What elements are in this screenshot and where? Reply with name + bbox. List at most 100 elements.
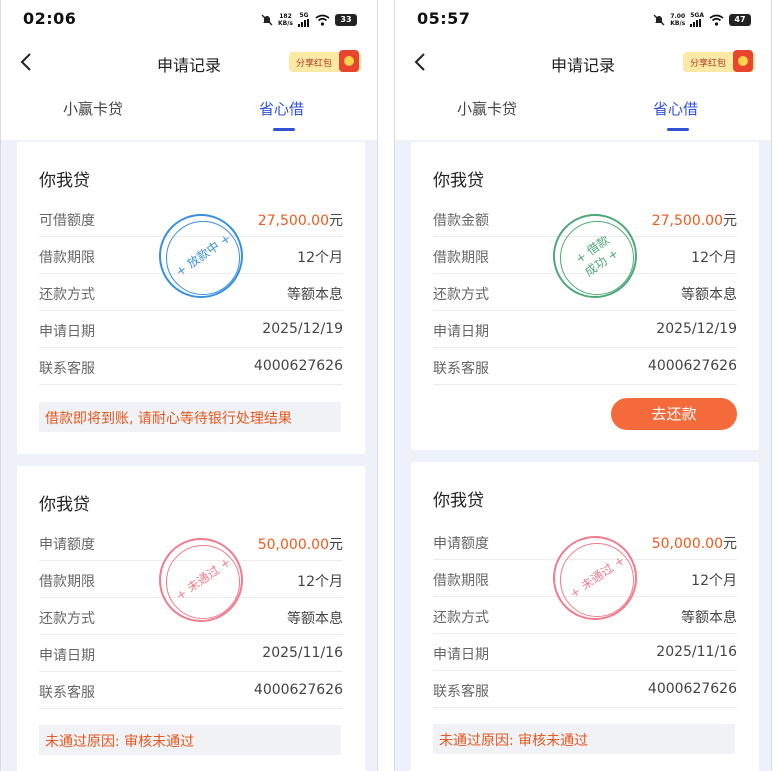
net-speed: 7.00 KB/s — [670, 12, 686, 27]
lender-name: 你我贷 — [433, 171, 484, 191]
row-value: 2025/11/16 — [656, 644, 737, 660]
lender-name: 你我贷 — [39, 495, 90, 515]
row-label: 联系客服 — [433, 684, 489, 700]
row-label: 借款期限 — [433, 250, 489, 266]
tab-shengxinjie[interactable]: 省心借 — [259, 98, 304, 119]
row-value: 12个月 — [297, 574, 343, 590]
customer-service-phone[interactable]: 4000627626 — [648, 681, 737, 697]
tab-shengxinjie[interactable]: 省心借 — [653, 98, 698, 119]
row-amount: 50,000.00元 — [651, 536, 737, 552]
row-label: 联系客服 — [39, 685, 95, 701]
nav-bar: 申请记录 分享红包 — [1, 42, 377, 82]
tab-xiaoying[interactable]: 小赢卡贷 — [63, 98, 123, 119]
tab-bar: 小赢卡贷 省心借 — [1, 92, 377, 136]
mute-bell-icon — [653, 14, 665, 25]
customer-service-phone[interactable]: 4000627626 — [648, 358, 737, 374]
row-label: 借款金额 — [433, 213, 489, 229]
wifi-icon — [709, 14, 724, 26]
signal-icon — [298, 19, 309, 27]
battery-icon: 47 — [729, 13, 751, 26]
row-value: 2025/12/19 — [656, 321, 737, 337]
rejection-reason: 未通过原因: 审核未通过 — [39, 725, 341, 755]
detail-row: 联系客服 4000627626 — [39, 672, 343, 709]
detail-row: 联系客服 4000627626 — [433, 671, 737, 708]
row-amount: 27,500.00元 — [651, 213, 737, 229]
status-icons: 182 KB/s 5G 33 — [261, 12, 357, 27]
active-tab-indicator — [667, 128, 689, 131]
status-time: 02:06 — [23, 9, 77, 28]
detail-row: 申请日期 2025/11/16 — [433, 634, 737, 671]
row-label: 联系客服 — [39, 361, 95, 377]
network-type: 5GA — [690, 12, 704, 27]
row-value: 等额本息 — [287, 611, 343, 627]
customer-service-phone[interactable]: 4000627626 — [254, 358, 343, 374]
loan-card: 你我贷 可借额度 27,500.00元 借款期限 12个月 还款方式 等额本息 … — [17, 142, 365, 454]
share-red-packet-button[interactable]: 分享红包 — [683, 50, 755, 72]
share-label: 分享红包 — [690, 58, 727, 69]
nav-bar: 申请记录 分享红包 — [395, 42, 771, 82]
status-stamp: + 未通过 + — [159, 538, 243, 622]
detail-row: 申请日期 2025/12/19 — [39, 311, 343, 348]
status-stamp: + 放款中 + — [159, 214, 243, 298]
loan-card: 你我贷 申请额度 50,000.00元 借款期限 12个月 还款方式 等额本息 … — [411, 462, 759, 771]
row-value: 12个月 — [691, 250, 737, 266]
row-value: 2025/12/19 — [262, 321, 343, 337]
row-label: 申请日期 — [433, 647, 489, 663]
detail-row: 联系客服 4000627626 — [39, 348, 343, 385]
tab-xiaoying[interactable]: 小赢卡贷 — [457, 98, 517, 119]
status-stamp: + 未通过 + — [553, 536, 637, 620]
row-value: 12个月 — [297, 250, 343, 266]
row-value: 等额本息 — [681, 287, 737, 303]
row-label: 还款方式 — [39, 611, 95, 627]
tab-bar: 小赢卡贷 省心借 — [395, 92, 771, 136]
loan-card: 你我贷 借款金额 27,500.00元 借款期限 12个月 还款方式 等额本息 … — [411, 142, 759, 450]
status-time: 05:57 — [417, 9, 471, 28]
row-value: 等额本息 — [287, 287, 343, 303]
detail-row: 联系客服 4000627626 — [433, 348, 737, 385]
red-packet-icon — [733, 50, 753, 72]
row-label: 联系客服 — [433, 361, 489, 377]
phone-screen-right: 05:57 7.00 KB/s 5GA 47 申请记录 分享红包 小赢卡贷 省心借… — [394, 0, 772, 771]
repay-button[interactable]: 去还款 — [611, 398, 737, 430]
row-label: 申请额度 — [433, 536, 489, 552]
phone-screen-left: 02:06 182 KB/s 5G 33 申请记录 分享红包 小赢卡贷 省心借 你… — [0, 0, 378, 771]
net-speed: 182 KB/s — [278, 12, 293, 27]
row-value: 2025/11/16 — [262, 645, 343, 661]
row-label: 申请日期 — [433, 324, 489, 340]
row-value: 等额本息 — [681, 610, 737, 626]
battery-icon: 33 — [335, 13, 357, 26]
mute-bell-icon — [261, 14, 273, 25]
row-label: 还款方式 — [433, 610, 489, 626]
lender-name: 你我贷 — [39, 171, 90, 191]
row-label: 可借额度 — [39, 213, 95, 229]
row-amount: 27,500.00元 — [257, 213, 343, 229]
row-label: 还款方式 — [39, 287, 95, 303]
row-amount: 50,000.00元 — [257, 537, 343, 553]
detail-row: 申请日期 2025/12/19 — [433, 311, 737, 348]
status-stamp: + 借款 成功 + — [553, 214, 637, 298]
rejection-reason: 未通过原因: 审核未通过 — [433, 724, 735, 754]
row-label: 申请日期 — [39, 324, 95, 340]
wifi-icon — [315, 14, 330, 26]
status-bar: 05:57 7.00 KB/s 5GA 47 — [395, 0, 771, 38]
lender-name: 你我贷 — [433, 491, 484, 511]
customer-service-phone[interactable]: 4000627626 — [254, 682, 343, 698]
loan-card: 你我贷 申请额度 50,000.00元 借款期限 12个月 还款方式 等额本息 … — [17, 466, 365, 771]
share-label: 分享红包 — [296, 58, 333, 69]
share-red-packet-button[interactable]: 分享红包 — [289, 50, 361, 72]
network-type: 5G — [298, 12, 310, 27]
row-label: 申请额度 — [39, 537, 95, 553]
row-label: 借款期限 — [39, 250, 95, 266]
status-bar: 02:06 182 KB/s 5G 33 — [1, 0, 377, 38]
row-value: 12个月 — [691, 573, 737, 589]
signal-icon — [690, 19, 702, 27]
detail-row: 申请日期 2025/11/16 — [39, 635, 343, 672]
row-label: 借款期限 — [433, 573, 489, 589]
row-label: 申请日期 — [39, 648, 95, 664]
red-packet-icon — [339, 50, 359, 72]
status-note: 借款即将到账, 请耐心等待银行处理结果 — [39, 402, 341, 432]
row-label: 还款方式 — [433, 287, 489, 303]
row-label: 借款期限 — [39, 574, 95, 590]
active-tab-indicator — [273, 128, 295, 131]
status-icons: 7.00 KB/s 5GA 47 — [653, 12, 751, 27]
